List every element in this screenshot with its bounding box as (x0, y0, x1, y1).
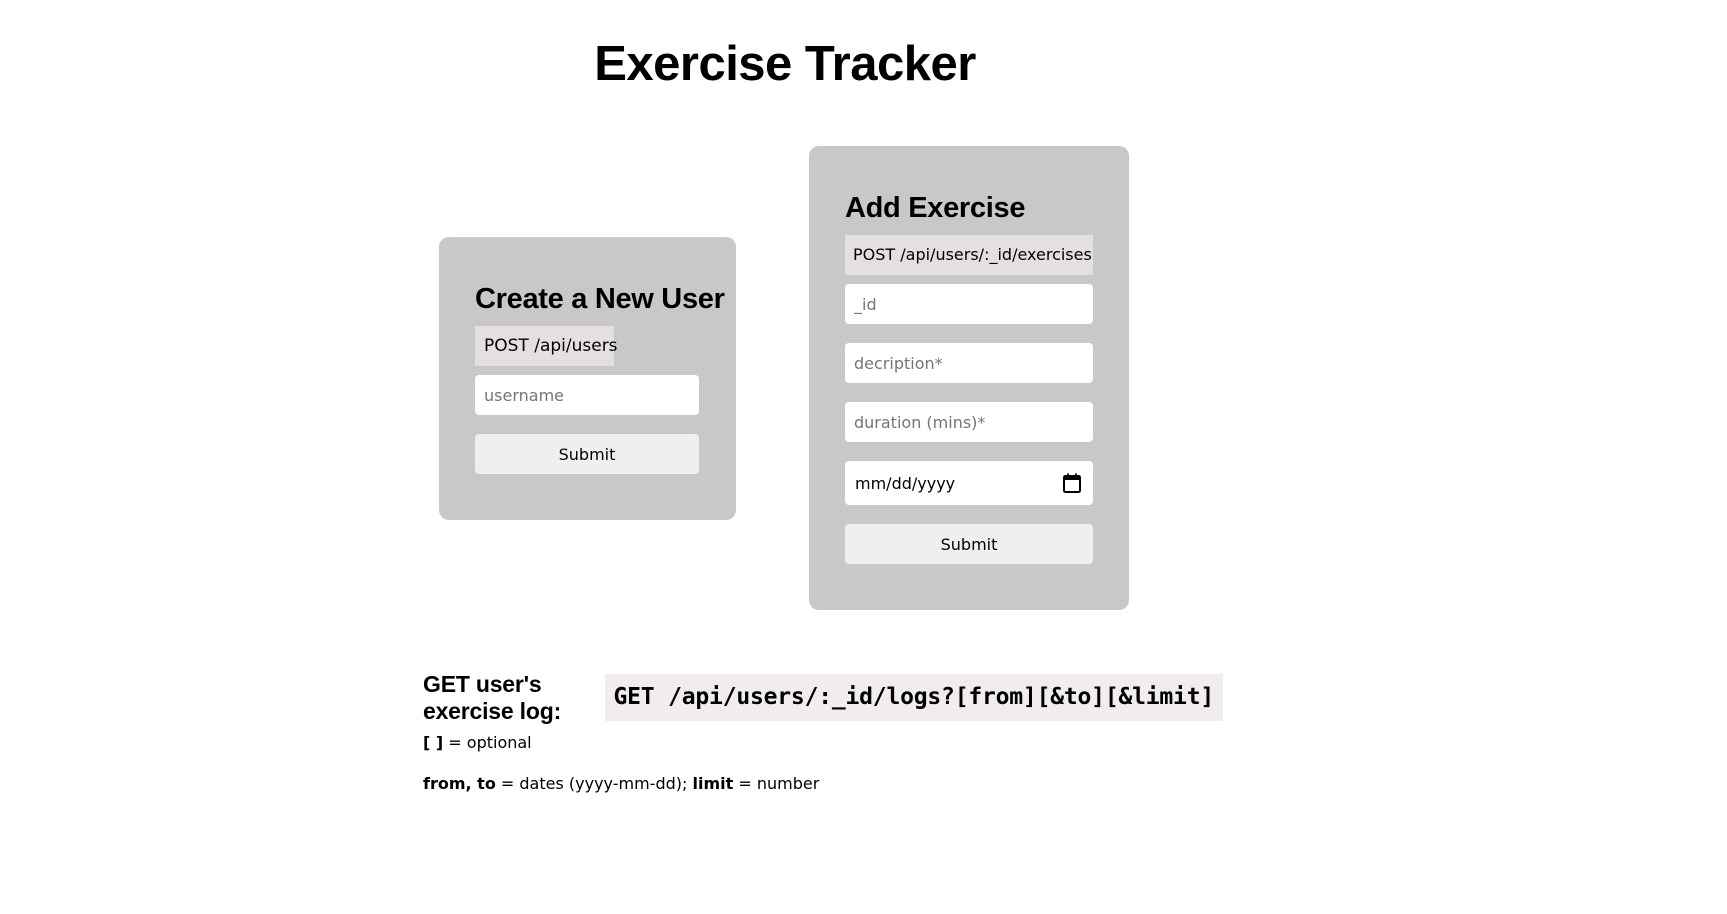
date-input-value: mm/dd/yyyy (855, 473, 956, 493)
create-user-card: Create a New User POST /api/users Submit (439, 237, 736, 520)
optional-text: = optional (443, 733, 532, 752)
description-input[interactable] (845, 343, 1093, 383)
params-limit-text: = number (733, 774, 820, 793)
params-from-to: from, to (423, 774, 496, 793)
optional-note: [ ] = optional (423, 733, 532, 752)
params-dates-text: = dates (yyyy-mm-dd); (495, 774, 693, 793)
params-limit: limit (692, 774, 734, 793)
create-user-submit-button[interactable]: Submit (475, 434, 699, 474)
add-exercise-submit-button[interactable]: Submit (845, 524, 1093, 564)
add-exercise-endpoint: POST /api/users/:_id/exercises (845, 235, 1093, 275)
duration-input[interactable] (845, 402, 1093, 442)
user-id-input[interactable] (845, 284, 1093, 324)
log-endpoint: GET /api/users/:_id/logs?[from][&to][&li… (604, 674, 1223, 721)
create-user-endpoint: POST /api/users (475, 326, 618, 366)
username-input[interactable] (475, 375, 699, 415)
add-exercise-title: Add Exercise (845, 192, 1026, 224)
params-note: from, to = dates (yyyy-mm-dd); limit = n… (423, 774, 819, 793)
calendar-icon[interactable] (1063, 473, 1081, 493)
page: Exercise Tracker Create a New User POST … (0, 0, 1727, 914)
add-exercise-card: Add Exercise POST /api/users/:_id/exerci… (809, 146, 1129, 610)
date-input[interactable]: mm/dd/yyyy (845, 461, 1093, 505)
page-title: Exercise Tracker (594, 37, 976, 91)
optional-brackets: [ ] (423, 733, 444, 752)
exercise-log-section: GET user's exercise log: GET /api/users/… (423, 671, 1223, 793)
log-endpoint-line: GET user's exercise log: GET /api/users/… (423, 671, 1223, 724)
create-user-title: Create a New User (475, 283, 725, 315)
log-label: GET user's exercise log: (423, 670, 562, 724)
